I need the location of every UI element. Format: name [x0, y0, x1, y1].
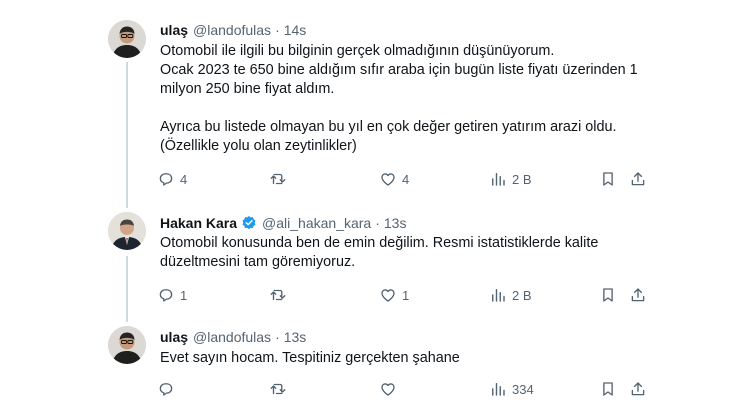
retweet-icon — [270, 289, 286, 301]
share-button[interactable] — [629, 286, 647, 304]
views-count: 334 — [512, 381, 534, 397]
like-count: 4 — [402, 171, 410, 187]
views-icon — [492, 383, 505, 396]
tweet-text: Otomobil ile ilgili bu bilginin gerçek o… — [160, 42, 660, 156]
separator-dot: · — [375, 215, 380, 231]
separator-dot: · — [275, 329, 280, 345]
like-icon — [381, 289, 395, 302]
retweet-icon — [270, 173, 286, 185]
reply-icon — [159, 383, 173, 396]
views-count: 2 B — [512, 287, 532, 303]
avatar[interactable] — [108, 326, 146, 364]
tweet-text-line: düzeltmesini tam göremiyoruz. — [160, 254, 356, 270]
reply-button[interactable]: 4 — [157, 170, 187, 188]
retweet-button[interactable] — [269, 380, 292, 398]
tweet-text-line: Ocak 2023 te 650 bine aldığım sıfır arab… — [160, 62, 638, 78]
author-name[interactable]: ulaş — [160, 329, 188, 345]
share-icon — [631, 382, 645, 396]
verified-badge-icon — [242, 216, 256, 230]
author-handle[interactable]: @landofulas — [193, 329, 271, 345]
tweet-text-line: Otomobil ile ilgili bu bilginin gerçek o… — [160, 43, 555, 59]
author-handle[interactable]: @ali_hakan_kara — [262, 215, 371, 231]
reply-count: 4 — [180, 171, 188, 187]
tweet-actions: 334 — [157, 380, 657, 400]
bookmark-button[interactable] — [599, 170, 617, 188]
tweet-time[interactable]: 13s — [384, 215, 407, 231]
thread-line — [126, 62, 128, 208]
reply-icon — [159, 173, 173, 186]
tweet-header: ulaş @landofulas · 13s — [160, 329, 306, 345]
tweet-header: Hakan Kara @ali_hakan_kara · 13s — [160, 215, 406, 231]
bookmark-icon — [603, 382, 613, 396]
like-icon — [381, 383, 395, 396]
tweet-text-line: (Özellikle yolu olan zeytinlikler) — [160, 138, 357, 154]
author-handle[interactable]: @landofulas — [193, 22, 271, 38]
like-button[interactable]: 4 — [379, 170, 409, 188]
bookmark-button[interactable] — [599, 286, 617, 304]
tweet-text-line: Otomobil konusunda ben de emin değilim. … — [160, 235, 599, 251]
author-name[interactable]: Hakan Kara — [160, 215, 237, 231]
views-button[interactable]: 2 B — [489, 286, 532, 304]
tweet-actions: 1 1 2 B — [157, 286, 657, 306]
share-icon — [631, 288, 645, 302]
separator-dot: · — [275, 22, 280, 38]
reply-count: 1 — [180, 287, 188, 303]
tweet-text-line: Ayrıca bu listede olmayan bu yıl en çok … — [160, 119, 617, 135]
reply-icon — [159, 289, 173, 302]
bookmark-icon — [603, 288, 613, 302]
tweet-time[interactable]: 14s — [284, 22, 307, 38]
like-button[interactable] — [379, 380, 402, 398]
reply-button[interactable] — [157, 380, 180, 398]
share-icon — [631, 172, 645, 186]
share-button[interactable] — [629, 170, 647, 188]
reply-button[interactable]: 1 — [157, 286, 187, 304]
like-button[interactable]: 1 — [379, 286, 409, 304]
views-icon — [492, 173, 505, 186]
avatar[interactable] — [108, 20, 146, 58]
bookmark-button[interactable] — [599, 380, 617, 398]
share-button[interactable] — [629, 380, 647, 398]
retweet-icon — [270, 383, 286, 395]
tweet-text-line — [160, 99, 660, 118]
thread-line — [126, 256, 128, 322]
tweet-actions: 4 4 2 B — [157, 170, 657, 190]
tweet-time[interactable]: 13s — [284, 329, 307, 345]
views-button[interactable]: 334 — [489, 380, 534, 398]
views-count: 2 B — [512, 171, 532, 187]
like-count: 1 — [402, 287, 410, 303]
views-button[interactable]: 2 B — [489, 170, 532, 188]
tweet-text: Otomobil konusunda ben de emin değilim. … — [160, 234, 660, 272]
tweet-header: ulaş @landofulas · 14s — [160, 22, 306, 38]
like-icon — [381, 173, 395, 186]
tweet-text-line: Evet sayın hocam. Tespitiniz gerçekten ş… — [160, 350, 460, 366]
retweet-button[interactable] — [269, 170, 292, 188]
views-icon — [492, 289, 505, 302]
avatar[interactable] — [108, 212, 146, 250]
tweet-text: Evet sayın hocam. Tespitiniz gerçekten ş… — [160, 349, 660, 368]
author-name[interactable]: ulaş — [160, 22, 188, 38]
bookmark-icon — [603, 172, 613, 186]
tweet-text-line: milyon 250 bine fiyat aldım. — [160, 81, 335, 97]
retweet-button[interactable] — [269, 286, 292, 304]
